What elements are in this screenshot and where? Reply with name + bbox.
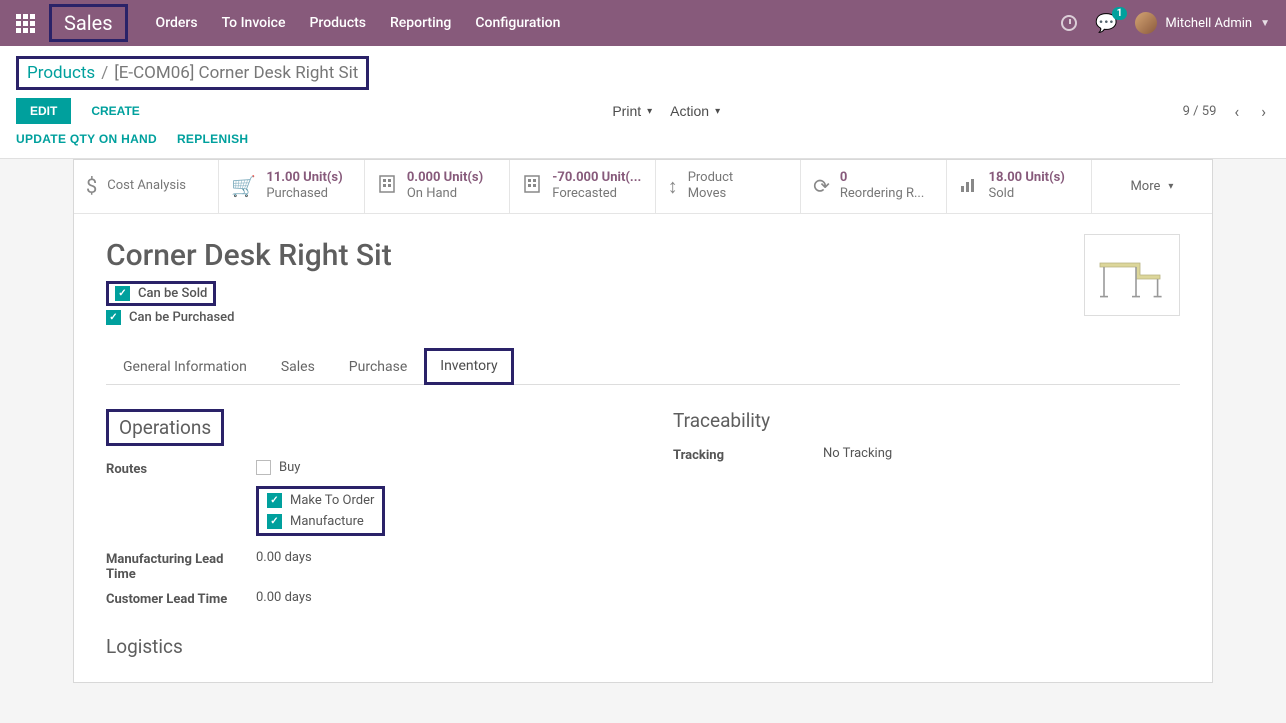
product-image[interactable] [1084, 234, 1180, 316]
route-mto-label: Make To Order [290, 493, 374, 508]
logistics-title: Logistics [106, 635, 613, 658]
user-menu[interactable]: Mitchell Admin ▼ [1135, 12, 1270, 34]
menu-configuration[interactable]: Configuration [475, 15, 560, 31]
pager-next-icon[interactable]: › [1257, 102, 1270, 121]
tab-bar: General Information Sales Purchase Inven… [106, 347, 1180, 385]
route-manufacture-label: Manufacture [290, 514, 364, 529]
apps-icon[interactable] [16, 14, 35, 33]
stat-reordering[interactable]: ⟳ 0 Reordering R... [801, 160, 946, 213]
operations-title: Operations [106, 409, 224, 446]
caret-down-icon: ▾ [1168, 181, 1173, 192]
print-dropdown[interactable]: Print▾ [612, 103, 652, 119]
stat-product-moves[interactable]: ↕ Product Moves [656, 160, 801, 213]
tab-sales[interactable]: Sales [264, 348, 332, 385]
stat-buttons-row: $ Cost Analysis 🛒 11.00 Unit(s) Purchase… [74, 160, 1212, 214]
can-be-sold-label: Can be Sold [138, 286, 207, 301]
routes-highlighted: ✓ Make To Order ✓ Manufacture [256, 486, 385, 536]
clock-icon[interactable] [1061, 15, 1077, 31]
chat-badge: 1 [1112, 7, 1128, 20]
stat-onhand[interactable]: 0.000 Unit(s) On Hand [365, 160, 510, 213]
form-sheet: $ Cost Analysis 🛒 11.00 Unit(s) Purchase… [73, 159, 1213, 683]
can-be-sold-row: ✓ Can be Sold [106, 281, 216, 306]
breadcrumb-products[interactable]: Products [27, 63, 95, 83]
stat-forecast-label: Forecasted [552, 186, 641, 202]
stat-onhand-label: On Hand [407, 186, 483, 202]
replenish-button[interactable]: REPLENISH [177, 132, 248, 146]
stat-forecasted[interactable]: -70.000 Unit(... Forecasted [510, 160, 655, 213]
tracking-value: No Tracking [823, 446, 892, 463]
app-brand[interactable]: Sales [49, 4, 128, 42]
routes-label: Routes [106, 460, 256, 477]
breadcrumb-current: [E-COM06] Corner Desk Right Sit [114, 63, 358, 83]
menu-products[interactable]: Products [310, 15, 367, 31]
menu-to-invoice[interactable]: To Invoice [222, 15, 286, 31]
can-be-sold-checkbox[interactable]: ✓ [115, 286, 130, 301]
stat-sold-value: 18.00 Unit(s) [989, 170, 1065, 186]
stat-sold[interactable]: 18.00 Unit(s) Sold [947, 160, 1092, 213]
stat-forecast-value: -70.000 Unit(... [552, 170, 641, 186]
create-button[interactable]: CREATE [81, 98, 149, 124]
main-menu: Orders To Invoice Products Reporting Con… [156, 15, 561, 31]
pager-text: 9 / 59 [1183, 104, 1217, 119]
stat-moves-top: Product [688, 170, 733, 186]
control-panel: Products / [E-COM06] Corner Desk Right S… [0, 46, 1286, 159]
breadcrumb: Products / [E-COM06] Corner Desk Right S… [16, 56, 369, 90]
operations-section: Operations Routes Buy ✓ Make To O [106, 409, 613, 658]
stat-purchased-value: 11.00 Unit(s) [266, 170, 342, 186]
cust-lead-label: Customer Lead Time [106, 590, 256, 607]
conversations-icon[interactable]: 💬1 [1095, 13, 1117, 34]
dollar-icon: $ [86, 174, 97, 198]
manuf-lead-label: Manufacturing Lead Time [106, 550, 256, 582]
traceability-title: Traceability [673, 409, 1180, 432]
chart-icon [959, 174, 979, 199]
tracking-label: Tracking [673, 446, 823, 463]
pager-prev-icon[interactable]: ‹ [1230, 102, 1243, 121]
stat-cost-analysis-label: Cost Analysis [107, 178, 186, 194]
stat-purchased-label: Purchased [266, 186, 342, 202]
action-dropdown[interactable]: Action▾ [670, 103, 720, 119]
building-icon [377, 174, 397, 199]
stat-cost-analysis[interactable]: $ Cost Analysis [74, 160, 219, 213]
cust-lead-value: 0.00 days [256, 590, 312, 607]
caret-down-icon: ▼ [1260, 18, 1270, 29]
stat-more-dropdown[interactable]: More ▾ [1092, 160, 1212, 213]
stat-reorder-value: 0 [840, 170, 924, 186]
edit-button[interactable]: EDIT [16, 98, 71, 124]
tab-purchase[interactable]: Purchase [332, 348, 424, 385]
manuf-lead-value: 0.00 days [256, 550, 312, 582]
can-be-purchased-row: ✓ Can be Purchased [106, 310, 1180, 325]
product-title: Corner Desk Right Sit [106, 238, 1180, 273]
avatar [1135, 12, 1157, 34]
can-be-purchased-label: Can be Purchased [129, 310, 234, 325]
stat-sold-label: Sold [989, 186, 1065, 202]
building-icon [522, 174, 542, 199]
cart-icon: 🛒 [231, 174, 256, 198]
stat-onhand-value: 0.000 Unit(s) [407, 170, 483, 186]
breadcrumb-separator: / [101, 63, 108, 83]
stat-more-label: More [1130, 179, 1160, 194]
tab-inventory[interactable]: Inventory [424, 348, 513, 385]
refresh-icon: ⟳ [813, 174, 830, 198]
update-qty-button[interactable]: UPDATE QTY ON HAND [16, 132, 157, 146]
user-name: Mitchell Admin [1165, 16, 1252, 31]
stat-purchased[interactable]: 🛒 11.00 Unit(s) Purchased [219, 160, 364, 213]
can-be-purchased-checkbox[interactable]: ✓ [106, 310, 121, 325]
stat-moves-bottom: Moves [688, 186, 733, 202]
route-manufacture-checkbox[interactable]: ✓ [267, 514, 282, 529]
route-buy-checkbox[interactable] [256, 460, 271, 475]
top-navbar: Sales Orders To Invoice Products Reporti… [0, 0, 1286, 46]
exchange-icon: ↕ [668, 174, 678, 199]
stat-reorder-label: Reordering R... [840, 186, 924, 202]
menu-reporting[interactable]: Reporting [390, 15, 451, 31]
route-buy-label: Buy [279, 460, 300, 475]
tab-general-information[interactable]: General Information [106, 348, 264, 385]
route-mto-checkbox[interactable]: ✓ [267, 493, 282, 508]
menu-orders[interactable]: Orders [156, 15, 198, 31]
traceability-section: Traceability Tracking No Tracking [673, 409, 1180, 658]
